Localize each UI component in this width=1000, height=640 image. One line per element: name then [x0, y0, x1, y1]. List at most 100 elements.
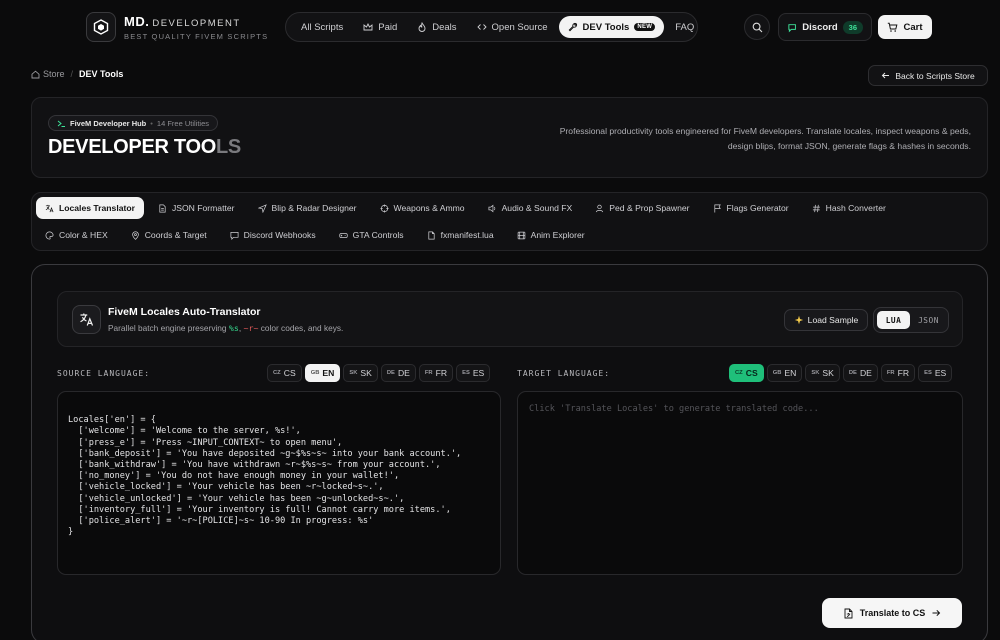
logo-icon[interactable] [86, 12, 116, 42]
code-line: ['no_money'] = 'You do not have enough m… [68, 471, 400, 482]
arrow-left-icon [882, 72, 890, 79]
lang-code: ES [934, 368, 947, 378]
target-language-label: TARGET LANGUAGE: [517, 369, 611, 378]
subtitle-text-end: color codes, and keys. [258, 323, 344, 333]
flag-code: CZ [273, 370, 281, 376]
tab-anim-explorer[interactable]: Anim Explorer [508, 224, 594, 246]
file-text-icon [428, 231, 435, 239]
target-lang-sk[interactable]: SK SK [805, 364, 840, 382]
target-lang-de[interactable]: DE DE [842, 364, 878, 382]
format-json[interactable]: JSON [912, 311, 945, 329]
cart-icon [888, 22, 898, 32]
flag-code: CZ [735, 370, 743, 376]
breadcrumb-current: DEV Tools [79, 69, 124, 79]
crosshair-icon [379, 203, 389, 213]
translate-icon [72, 305, 101, 334]
target-code-output[interactable]: Click 'Translate Locales' to generate tr… [517, 391, 963, 575]
tab-label: Blip & Radar Designer [271, 203, 357, 213]
tab-color-hex[interactable]: Color & HEX [36, 224, 117, 246]
source-lang-fr[interactable]: FR FR [418, 364, 454, 382]
cart-button[interactable]: Cart [878, 15, 932, 39]
nav-item-faq[interactable]: FAQ [666, 16, 703, 38]
tab-label: Weapons & Ammo [393, 203, 465, 213]
hero-description: Professional productivity tools engineer… [559, 126, 971, 151]
translate-button-label: Translate to CS [859, 608, 926, 618]
cart-label: Cart [903, 21, 923, 33]
flag-code: FR [424, 370, 433, 376]
lang-code: SK [822, 368, 834, 378]
lang-code: EN [322, 368, 335, 378]
code-line: } [68, 527, 74, 538]
tab-label: Ped & Prop Spawner [609, 203, 690, 213]
main-nav: All Scripts Paid Deals Open Source DEV T… [285, 12, 698, 42]
nav-item-all-scripts[interactable]: All Scripts [292, 16, 352, 38]
format-lua[interactable]: LUA [877, 311, 910, 329]
translator-header: FiveM Locales Auto-Translator Parallel b… [57, 291, 963, 347]
tab-blip-radar-designer[interactable]: Blip & Radar Designer [249, 197, 366, 219]
tab-fxmanifest[interactable]: fxmanifest.lua [418, 224, 503, 246]
nav-item-dev-tools[interactable]: DEV Tools NEW [558, 16, 665, 38]
target-lang-cs[interactable]: CZ CS [729, 364, 764, 382]
file-icon [159, 204, 166, 212]
lang-code: FR [435, 368, 448, 378]
terminal-icon [57, 120, 65, 127]
tab-coords-target[interactable]: Coords & Target [122, 224, 216, 246]
subtitle-code-color: ~r~ [243, 323, 259, 333]
source-lang-cs[interactable]: CZ CS [267, 364, 302, 382]
source-code-editor[interactable]: Locales['en'] = { ['welcome'] = 'Welcome… [57, 391, 501, 575]
target-lang-es[interactable]: ES ES [918, 364, 953, 382]
breadcrumb-store-label: Store [43, 69, 65, 79]
discord-button[interactable]: Discord 36 [778, 13, 872, 41]
lang-code: FR [897, 368, 910, 378]
film-icon [517, 231, 525, 239]
brand[interactable]: MD. DEVELOPMENT BEST QUALITY FIVEM SCRIPT… [124, 14, 268, 41]
tab-hash-converter[interactable]: Hash Converter [803, 197, 895, 219]
tab-flags-generator[interactable]: Flags Generator [704, 197, 798, 219]
tab-discord-webhooks[interactable]: Discord Webhooks [221, 224, 325, 246]
back-to-store-button[interactable]: Back to Scripts Store [868, 65, 988, 86]
translate-button[interactable]: Translate to CS [822, 598, 962, 628]
nav-item-label: Paid [378, 21, 398, 33]
format-toggle: LUA JSON [873, 307, 949, 333]
code-icon [476, 24, 487, 30]
target-lang-en[interactable]: GB EN [766, 364, 803, 382]
speaker-icon [488, 204, 495, 212]
tab-gta-controls[interactable]: GTA Controls [330, 224, 413, 246]
discord-icon [788, 23, 796, 32]
source-lang-es[interactable]: ES ES [456, 364, 491, 382]
search-button[interactable] [744, 14, 770, 40]
source-lang-en[interactable]: GB EN [304, 364, 341, 382]
back-button-label: Back to Scripts Store [895, 70, 975, 81]
nav-item-open-source[interactable]: Open Source [468, 16, 557, 38]
nav-item-label: Deals [432, 21, 457, 33]
tab-label: Discord Webhooks [243, 230, 316, 240]
breadcrumb-separator: / [70, 69, 74, 79]
tab-json-formatter[interactable]: JSON Formatter [149, 197, 244, 219]
code-line: ['vehicle_locked'] = 'Your vehicle has b… [68, 482, 384, 493]
navigation-icon [257, 203, 267, 213]
subtitle-code-format: %s [228, 323, 239, 333]
nav-item-label: Open Source [491, 21, 548, 33]
gamepad-icon [339, 232, 348, 238]
flag-code: ES [462, 370, 470, 376]
tab-weapons-ammo[interactable]: Weapons & Ammo [371, 197, 474, 219]
tab-locales-translator[interactable]: Locales Translator [36, 197, 144, 219]
hero-section: FiveM Developer Hub • 14 Free Utilities … [31, 97, 988, 178]
tab-label: Flags Generator [726, 203, 789, 213]
hero-chip: FiveM Developer Hub • 14 Free Utilities [48, 115, 219, 131]
tab-label: Anim Explorer [530, 230, 585, 240]
source-lang-sk[interactable]: SK SK [343, 364, 378, 382]
tab-audio-sound-fx[interactable]: Audio & Sound FX [479, 197, 582, 219]
wrench-icon [568, 22, 577, 32]
source-lang-de[interactable]: DE DE [380, 364, 416, 382]
tab-label: Locales Translator [59, 203, 135, 213]
breadcrumb-store[interactable]: Store [31, 69, 65, 79]
flag-code: FR [886, 370, 895, 376]
tab-ped-prop-spawner[interactable]: Ped & Prop Spawner [586, 197, 698, 219]
target-lang-fr[interactable]: FR FR [880, 364, 916, 382]
nav-item-paid[interactable]: Paid [354, 16, 406, 38]
nav-item-deals[interactable]: Deals [408, 16, 465, 38]
load-sample-button[interactable]: Load Sample [784, 309, 868, 331]
page-title-fade: LS [216, 136, 241, 158]
source-language-selector: CZ CS GB EN SK SK DE DE FR FR ES ES [267, 364, 491, 382]
